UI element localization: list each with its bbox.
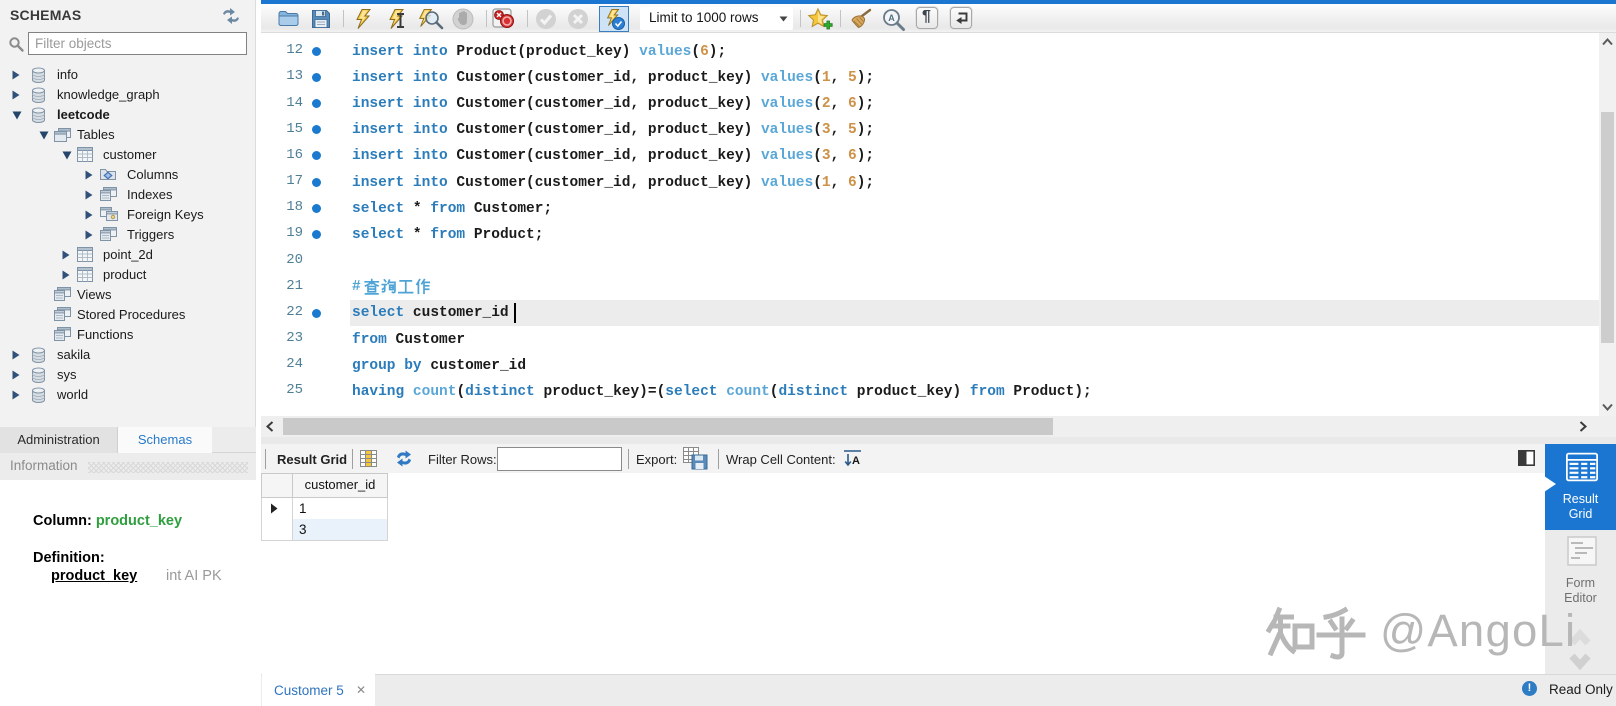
svg-text:A: A <box>852 455 860 467</box>
svg-text:A: A <box>888 13 895 23</box>
